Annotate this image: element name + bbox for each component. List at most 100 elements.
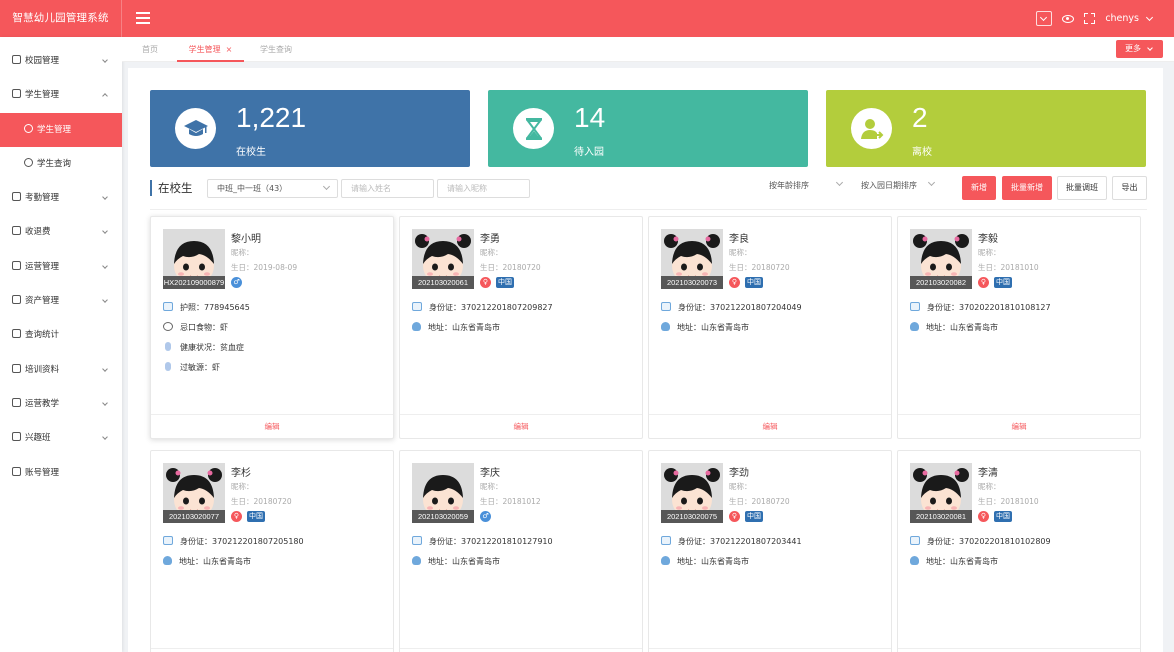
edit-button[interactable]: 编辑 <box>151 414 393 438</box>
student-name: 李良 <box>729 234 749 245</box>
info-line: 身份证：370212201807209827 <box>412 302 553 313</box>
add-button[interactable]: 新增 <box>962 176 996 200</box>
tab-bar: 首页 学生管理 × 学生查询 更多 <box>122 37 1174 62</box>
male-icon: ♂ <box>231 277 242 288</box>
name-search-input[interactable] <box>341 179 434 198</box>
id-icon <box>661 536 671 545</box>
section-title: 在校生 <box>150 180 193 196</box>
nationality-badge: 中国 <box>247 511 265 522</box>
edit-button[interactable]: 编辑 <box>151 648 393 652</box>
student-id: 202103020073 <box>661 276 723 289</box>
chevron-down-icon <box>102 228 108 235</box>
edit-button[interactable]: 编辑 <box>400 414 642 438</box>
batch-add-button[interactable]: 批量新增 <box>1002 176 1052 200</box>
info-line: 身份证：370212201807203441 <box>661 536 802 547</box>
student-card[interactable]: 202103020059 李庆 昵称： 生日：20181012 ♂ 身份证：3702122… <box>399 450 643 652</box>
nickname-search-input[interactable] <box>437 179 530 198</box>
info-line: 地址：山东省青岛市 <box>661 322 749 333</box>
menu-toggle-icon[interactable] <box>136 12 150 24</box>
addr-icon <box>661 322 670 331</box>
batch-class-button[interactable]: 批量调班 <box>1057 176 1107 200</box>
stat-value: 14 <box>574 102 606 133</box>
dropdown-box-icon[interactable] <box>1036 11 1053 26</box>
id-icon <box>910 302 920 311</box>
edit-button[interactable]: 编辑 <box>898 648 1140 652</box>
edit-button[interactable]: 编辑 <box>898 414 1140 438</box>
sidebar-item[interactable]: 培训资料 <box>0 353 122 387</box>
tab-home[interactable]: 首页 <box>132 37 168 62</box>
chevron-down-icon <box>102 57 108 63</box>
sidebar-item-label: 收退费 <box>25 227 51 238</box>
sidebar-item[interactable]: 查询统计 <box>0 318 122 352</box>
chevron-down-icon <box>102 262 108 269</box>
edit-button[interactable]: 编辑 <box>649 648 891 652</box>
student-card[interactable]: 202103020075 李劲 昵称： 生日：20180720 ♀ 中国 身份证：37021… <box>648 450 892 652</box>
female-icon: ♀ <box>978 277 989 288</box>
sidebar-item[interactable]: 学生查询 <box>0 147 122 181</box>
info-line: 地址：山东省青岛市 <box>412 322 500 333</box>
sidebar-item-label: 校园管理 <box>25 56 60 66</box>
sidebar-item-label: 学生查询 <box>37 158 72 169</box>
sidebar-item-label: 运营教学 <box>25 398 60 409</box>
menu-icon <box>12 466 21 476</box>
sidebar-item[interactable]: 学生管理 <box>0 78 122 112</box>
stat-label: 离校 <box>912 147 932 158</box>
edit-button[interactable]: 编辑 <box>649 414 891 438</box>
info-line: 地址：山东省青岛市 <box>910 322 998 333</box>
sidebar-item[interactable]: 收退费 <box>0 215 122 249</box>
header-actions: chenys <box>1036 0 1174 37</box>
student-card[interactable]: 202103020073 李良 昵称： 生日：20180720 ♀ 中国 身份证：37021… <box>648 216 892 439</box>
scrollbar[interactable] <box>1163 68 1174 652</box>
student-id: 202103020075 <box>661 510 723 523</box>
stat-card-pending[interactable]: 14 待入园 <box>488 90 808 167</box>
id-icon <box>910 536 920 545</box>
student-id: HX202109000879 <box>163 276 225 289</box>
nickname-label: 昵称： <box>978 248 1001 257</box>
edit-button[interactable]: 编辑 <box>400 648 642 652</box>
sidebar-item[interactable]: 资产管理 <box>0 284 122 318</box>
stat-label: 在校生 <box>236 147 266 158</box>
sidebar-item[interactable]: 运营管理 <box>0 250 122 284</box>
sort-by-date-select[interactable]: 按入园日期排序 <box>861 180 917 191</box>
tab-student-query[interactable]: 学生查询 <box>252 37 300 62</box>
sort-by-age-select[interactable]: 按年龄排序 <box>769 180 809 191</box>
student-card[interactable]: 202103020061 李勇 昵称： 生日：20180720 ♀ 中国 身份证：37021… <box>399 216 643 439</box>
user-menu[interactable]: chenys <box>1105 13 1139 24</box>
info-line: 身份证：370212201807204049 <box>661 302 802 313</box>
female-icon: ♀ <box>729 511 740 522</box>
student-card[interactable]: 202103020081 李清 昵称： 生日：20181010 ♀ 中国 身份证：37020… <box>897 450 1141 652</box>
birthday: 生日：20181010 <box>978 497 1039 506</box>
eye-icon[interactable] <box>1062 14 1075 23</box>
tab-student-management[interactable]: 学生管理 × <box>177 37 244 62</box>
student-card[interactable]: 202103020082 李毅 昵称： 生日：20181010 ♀ 中国 身份证：37020… <box>897 216 1141 439</box>
nickname-label: 昵称： <box>729 482 752 491</box>
sidebar-item[interactable]: 考勤管理 <box>0 181 122 215</box>
female-icon: ♀ <box>978 511 989 522</box>
birthday: 生日：20180720 <box>729 497 790 506</box>
student-card[interactable]: 202103020077 李杉 昵称： 生日：20180720 ♀ 中国 身份证：37021… <box>150 450 394 652</box>
stat-card-enrolled[interactable]: 1,221 在校生 <box>150 90 470 167</box>
menu-icon <box>12 295 21 305</box>
stat-card-left[interactable]: 2 离校 <box>826 90 1146 167</box>
fullscreen-icon[interactable] <box>1084 13 1096 24</box>
more-button[interactable]: 更多 <box>1116 40 1163 58</box>
chevron-down-icon <box>102 297 108 303</box>
sidebar-item[interactable]: 账号管理 <box>0 456 122 490</box>
birthday: 生日：20181012 <box>480 497 541 506</box>
class-select[interactable]: 中班_中一班（43） <box>207 179 338 198</box>
nickname-label: 昵称： <box>978 482 1001 491</box>
stat-value: 2 <box>912 102 928 133</box>
info-line: 地址：山东省青岛市 <box>163 556 251 567</box>
close-icon[interactable]: × <box>226 45 233 54</box>
sidebar-item[interactable]: 运营教学 <box>0 387 122 421</box>
sidebar-item[interactable]: 校园管理 <box>0 44 122 78</box>
student-card[interactable]: HX202109000879 黎小明 昵称： 生日：2019-08-09 ♂ 护照：778… <box>150 216 394 439</box>
export-button[interactable]: 导出 <box>1112 176 1147 200</box>
sidebar: 校园管理学生管理 学生管理学生查询考勤管理收退费运营管理 资产管理 查询统计 培训资料运… <box>0 37 122 652</box>
student-id: 202103020061 <box>412 276 474 289</box>
addr-icon <box>163 556 172 565</box>
sidebar-item[interactable]: 兴趣班 <box>0 421 122 455</box>
sidebar-item[interactable]: 学生管理 <box>0 112 122 147</box>
chevron-down-icon[interactable] <box>1145 13 1154 21</box>
id-icon <box>163 536 173 545</box>
